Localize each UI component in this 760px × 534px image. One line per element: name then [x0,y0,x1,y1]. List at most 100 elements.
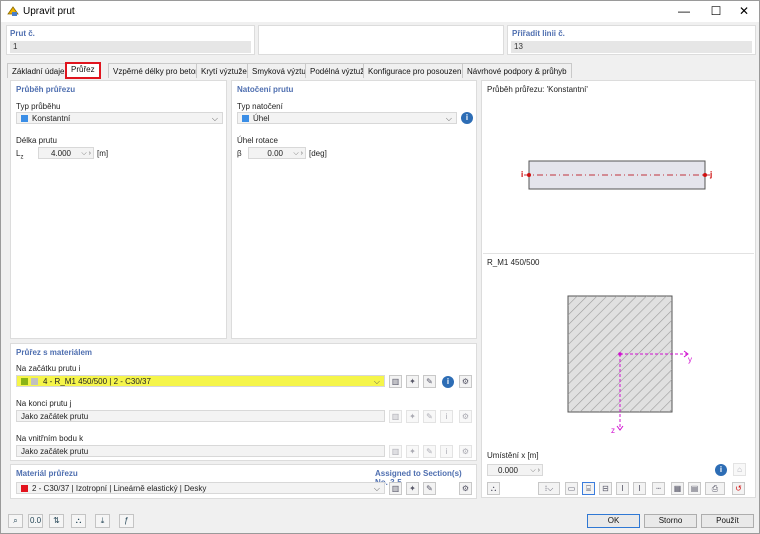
reset-view-icon[interactable]: ↺ [732,482,745,495]
member-number-box: Prut č. 1 [6,25,255,55]
length-label: Délka prutu [16,136,57,145]
section-color-icon [21,378,28,385]
edit-section-icon[interactable]: ✎ [423,445,436,458]
length-symbol: Lz [16,149,24,161]
inner-section-value: Jako začátek prutu [21,447,89,456]
cancel-button[interactable]: Storno [644,514,697,528]
info-icon[interactable]: i [461,112,473,124]
function-icon[interactable]: ƒ [119,514,134,528]
rotation-type-value: Úhel [253,114,270,123]
pin-icon[interactable]: ⌂ [733,463,746,476]
search-icon[interactable]: ⌕ [8,514,23,528]
units-icon[interactable]: 0.0 [28,514,43,528]
tab-basic[interactable]: Základní údaje [7,63,70,78]
angle-symbol: β [237,149,242,158]
material-properties-icon[interactable]: ⚙ [459,482,472,495]
section-properties-icon[interactable]: ⚙ [459,445,472,458]
assign-line-field[interactable]: 13 [511,41,752,53]
member-type-icon[interactable]: ⇅ [49,514,64,528]
maximize-button[interactable]: ☐ [701,1,731,22]
rotation-type-select[interactable]: Úhel ⌵ [237,112,457,124]
assign-line-box: Přiřadit linii č. 13 [507,25,756,55]
section-view-icon[interactable]: ⌸ [582,482,595,495]
profile-type-label: Typ průběhu [16,102,61,111]
edit-material-icon[interactable]: ✎ [423,482,436,495]
material-select[interactable]: 2 - C30/37 | Izotropní | Lineárně elasti… [16,482,385,494]
library-icon[interactable]: ▥ [389,410,402,423]
apply-button[interactable]: Použít [701,514,754,528]
new-material-icon[interactable]: ✦ [406,482,419,495]
angle-value: 0.00 [267,149,283,158]
rotation-type-label: Typ natočení [237,102,283,111]
rotation-panel: Natočení prutu Typ natočení Úhel ⌵ i Úhe… [231,80,477,339]
tab-design-supports[interactable]: Návrhové podpory & průhyb [462,63,572,78]
close-button[interactable]: ✕ [729,1,759,22]
position-input[interactable]: 0.000 ⌵ › [487,464,543,476]
dialog-window: Upravit prut — ☐ ✕ Prut č. 1 Přiřadit li… [0,0,760,534]
edit-section-icon[interactable]: ✎ [423,375,436,388]
info-icon[interactable]: i [715,464,727,476]
position-label: Umístění x [m] [487,451,539,460]
stress-points-icon[interactable]: ⊟ [599,482,612,495]
tab-longitudinal-reinforcement[interactable]: Podélná výztuž [305,63,370,78]
new-section-icon[interactable]: ✦ [406,410,419,423]
axis-z-label: z [611,426,615,435]
section-name: R_M1 450/500 [487,258,540,267]
spinner-arrows-icon[interactable]: ⌵ › [81,148,91,159]
profile-panel: Průběh průřezu Typ průběhu Konstantní ⌵ … [10,80,227,339]
rotation-type-color [242,115,249,122]
tab-buckling-lengths[interactable]: Vzpěrné délky pro beton [108,63,205,78]
table-icon[interactable]: ▤ [688,482,701,495]
profile-type-color [21,115,28,122]
section-properties-icon[interactable]: ⚙ [459,375,472,388]
angle-input[interactable]: 0.00 ⌵ › [248,147,306,159]
member-number-field[interactable]: 1 [10,41,251,53]
edit-section-icon[interactable]: ✎ [423,410,436,423]
length-unit: [m] [97,149,109,158]
info-disabled-icon[interactable]: i [440,445,453,458]
window-title: Upravit prut [23,6,75,17]
structure-view-icon[interactable]: ⛬ [487,482,500,495]
inner-section-select[interactable]: Jako začátek prutu [16,445,385,457]
start-section-select[interactable]: 4 - R_M1 450/500 | 2 - C30/37 ⌵ [16,375,385,387]
print-preview-icon[interactable]: ▭ [565,482,578,495]
angle-unit: [deg] [309,149,327,158]
app-icon [7,6,19,16]
dimensions-dropdown-icon[interactable]: ⁝⌵ [538,482,560,495]
profile-title: Průběh průřezu [16,85,76,94]
tab-concrete-cover[interactable]: Krytí výztuže [196,63,252,78]
end-section-select[interactable]: Jako začátek prutu [16,410,385,422]
spinner-arrows-icon[interactable]: ⌵ › [530,465,540,476]
angle-label: Úhel rotace [237,136,278,145]
horizontal-dimension-icon[interactable]: Ⅰ [633,482,646,495]
profile-preview-title: Průběh průřezu: 'Konstantní' [487,85,588,94]
minimize-button[interactable]: — [669,1,699,22]
print-dropdown-icon[interactable]: ⎙ [705,482,725,495]
length-input[interactable]: 4.000 ⌵ › [38,147,94,159]
node-j-label: j [710,170,713,179]
info-disabled-icon[interactable]: i [440,410,453,423]
text-dimension-icon[interactable]: Ⅰ [616,482,629,495]
material-value: 2 - C30/37 | Izotropní | Lineárně elasti… [32,484,207,493]
library-icon[interactable]: ▥ [389,445,402,458]
section-properties-icon[interactable]: ⚙ [459,410,472,423]
chevron-down-icon: ⌵ [445,114,452,123]
new-section-icon[interactable]: ✦ [406,445,419,458]
library-icon[interactable]: ▥ [389,482,402,495]
new-section-icon[interactable]: ✦ [406,375,419,388]
tab-design-configuration[interactable]: Konfigurace pro posouzení [363,63,469,78]
structure-info-icon[interactable]: ⛬ [71,514,86,528]
spinner-arrows-icon[interactable]: ⌵ › [293,148,303,159]
info-icon[interactable]: i [442,376,454,388]
library-icon[interactable]: ▥ [389,375,402,388]
tab-section[interactable]: Průřez [65,62,101,79]
length-value: 4.000 [50,149,71,158]
node-i-label: i [521,170,524,179]
axis-y-label: y [688,355,692,364]
dotted-lines-icon[interactable]: ┄ [652,482,665,495]
cross-section-title: Průřez s materiálem [16,348,93,357]
profile-type-select[interactable]: Konstantní ⌵ [16,112,223,124]
ok-button[interactable]: OK [587,514,640,528]
grid-icon[interactable]: ▦ [671,482,684,495]
import-icon[interactable]: ⤓ [95,514,110,528]
